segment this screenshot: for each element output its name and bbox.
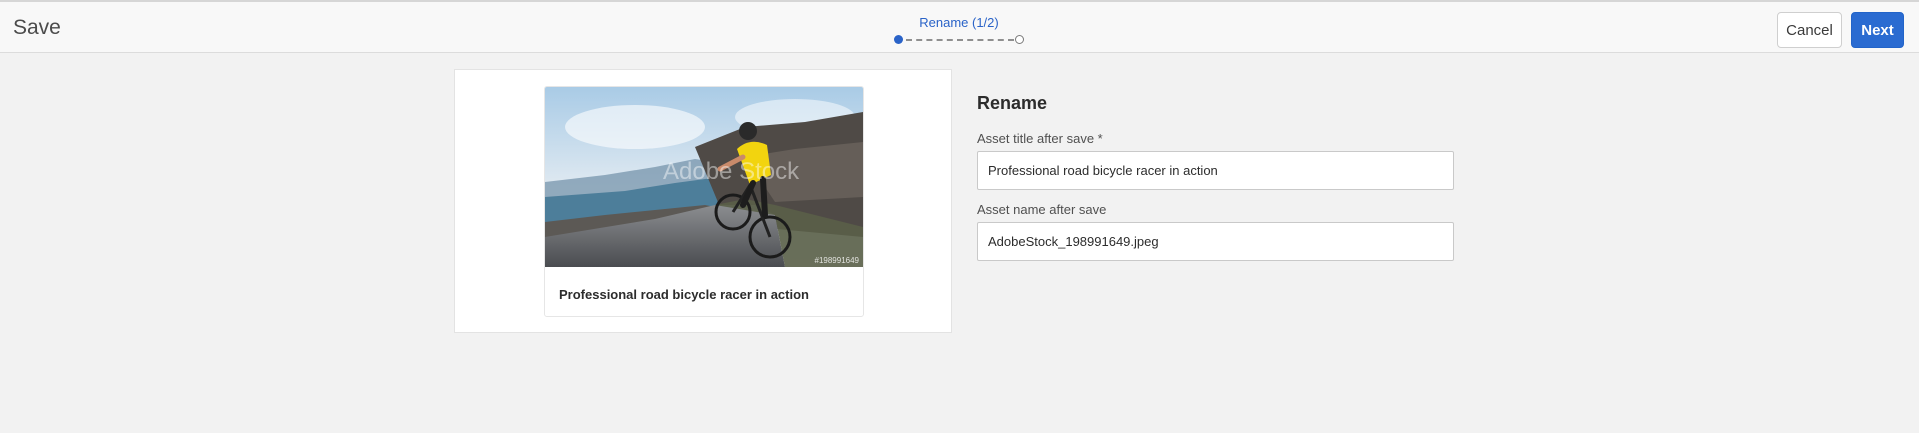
cancel-button[interactable]: Cancel — [1777, 12, 1842, 48]
image-id-overlay: #198991649 — [815, 256, 860, 265]
asset-name-label: Asset name after save — [977, 202, 1107, 217]
step-1-indicator — [894, 35, 903, 44]
step-connector — [906, 39, 1014, 41]
asset-preview-panel: Adobe Stock #198991649 Professional road… — [454, 69, 952, 333]
page-title: Save — [13, 16, 61, 39]
wizard-stepper: Rename (1/2) — [890, 14, 1028, 48]
asset-name-input[interactable] — [977, 222, 1454, 261]
watermark-text: Adobe Stock — [663, 158, 800, 185]
asset-title-input[interactable] — [977, 151, 1454, 190]
top-bar: Save Rename (1/2) Cancel Next — [0, 0, 1919, 53]
asset-title-label: Asset title after save * — [977, 131, 1103, 146]
asset-card-title: Professional road bicycle racer in actio… — [559, 287, 809, 302]
step-2-indicator — [1015, 35, 1024, 44]
asset-thumbnail: Adobe Stock #198991649 — [545, 87, 863, 267]
form-heading: Rename — [977, 93, 1048, 113]
asset-card[interactable]: Adobe Stock #198991649 Professional road… — [544, 86, 864, 317]
next-button[interactable]: Next — [1851, 12, 1904, 48]
step-label: Rename (1/2) — [919, 15, 999, 30]
